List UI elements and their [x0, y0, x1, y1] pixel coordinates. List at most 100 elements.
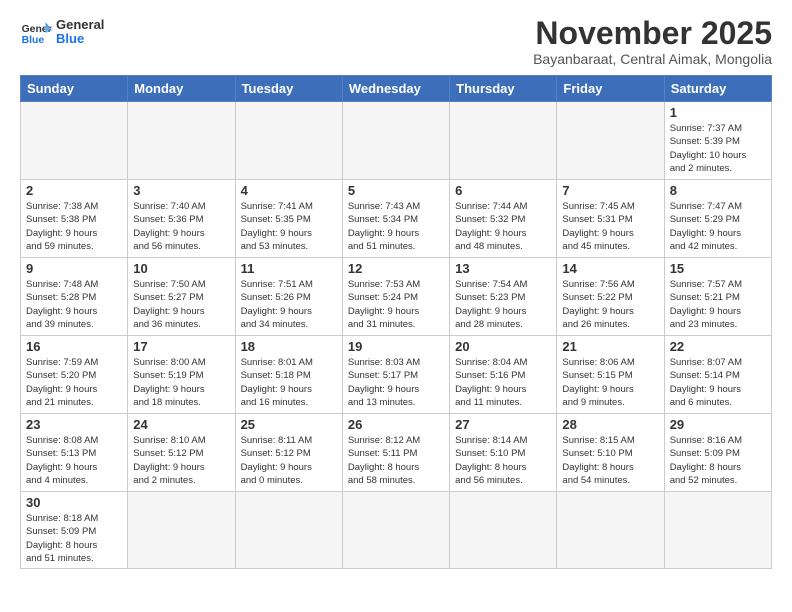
day-info: Sunrise: 8:08 AM Sunset: 5:13 PM Dayligh…: [26, 434, 122, 487]
header: General Blue General Blue November 2025 …: [20, 16, 772, 67]
weekday-header-monday: Monday: [128, 76, 235, 102]
calendar-cell: [664, 492, 771, 569]
day-number: 10: [133, 261, 229, 276]
calendar-table: SundayMondayTuesdayWednesdayThursdayFrid…: [20, 75, 772, 569]
weekday-header-saturday: Saturday: [664, 76, 771, 102]
day-number: 22: [670, 339, 766, 354]
calendar-cell: 4 Sunrise: 7:41 AM Sunset: 5:35 PM Daylig…: [235, 180, 342, 258]
day-number: 2: [26, 183, 122, 198]
day-info: Sunrise: 7:54 AM Sunset: 5:23 PM Dayligh…: [455, 278, 551, 331]
day-info: Sunrise: 8:15 AM Sunset: 5:10 PM Dayligh…: [562, 434, 658, 487]
location-subtitle: Bayanbaraat, Central Aimak, Mongolia: [533, 51, 772, 67]
day-number: 19: [348, 339, 444, 354]
calendar-cell: 5Sunrise: 7:43 AM Sunset: 5:34 PM Daylig…: [342, 180, 449, 258]
calendar-cell: 25Sunrise: 8:11 AM Sunset: 5:12 PM Dayli…: [235, 414, 342, 492]
calendar-cell: 30Sunrise: 8:18 AM Sunset: 5:09 PM Dayli…: [21, 492, 128, 569]
calendar-cell: [235, 102, 342, 180]
calendar-cell: 8 Sunrise: 7:47 AM Sunset: 5:29 PM Daylig…: [664, 180, 771, 258]
calendar-cell: 11Sunrise: 7:51 AM Sunset: 5:26 PM Dayli…: [235, 258, 342, 336]
day-number: 18: [241, 339, 337, 354]
day-info: Sunrise: 8:01 AM Sunset: 5:18 PM Dayligh…: [241, 356, 337, 409]
day-number: 13: [455, 261, 551, 276]
calendar-cell: 21 Sunrise: 8:06 AM Sunset: 5:15 PM Dayli…: [557, 336, 664, 414]
calendar-cell: 22 Sunrise: 8:07 AM Sunset: 5:14 PM Dayli…: [664, 336, 771, 414]
day-info: Sunrise: 7:57 AM Sunset: 5:21 PM Dayligh…: [670, 278, 766, 331]
day-number: 7: [562, 183, 658, 198]
month-title: November 2025: [533, 16, 772, 51]
calendar-cell: [21, 102, 128, 180]
calendar-cell: 27Sunrise: 8:14 AM Sunset: 5:10 PM Dayli…: [450, 414, 557, 492]
calendar-cell: 1 Sunrise: 7:37 AM Sunset: 5:39 PM Daylig…: [664, 102, 771, 180]
day-number: 15: [670, 261, 766, 276]
day-info: Sunrise: 7:44 AM Sunset: 5:32 PM Dayligh…: [455, 200, 551, 253]
day-info: Sunrise: 7:45 AM Sunset: 5:31 PM Dayligh…: [562, 200, 658, 253]
calendar-cell: [450, 102, 557, 180]
calendar-cell: 10Sunrise: 7:50 AM Sunset: 5:27 PM Dayli…: [128, 258, 235, 336]
calendar-cell: 6 Sunrise: 7:44 AM Sunset: 5:32 PM Daylig…: [450, 180, 557, 258]
day-info: Sunrise: 7:59 AM Sunset: 5:20 PM Dayligh…: [26, 356, 122, 409]
svg-text:Blue: Blue: [22, 35, 45, 46]
day-number: 6: [455, 183, 551, 198]
day-info: Sunrise: 8:12 AM Sunset: 5:11 PM Dayligh…: [348, 434, 444, 487]
calendar-cell: 15 Sunrise: 7:57 AM Sunset: 5:21 PM Dayli…: [664, 258, 771, 336]
day-number: 23: [26, 417, 122, 432]
day-info: Sunrise: 7:38 AM Sunset: 5:38 PM Dayligh…: [26, 200, 122, 253]
weekday-header-sunday: Sunday: [21, 76, 128, 102]
calendar-week-row: 16 Sunrise: 7:59 AM Sunset: 5:20 PM Dayli…: [21, 336, 772, 414]
calendar-week-row: 9 Sunrise: 7:48 AM Sunset: 5:28 PM Daylig…: [21, 258, 772, 336]
day-info: Sunrise: 8:00 AM Sunset: 5:19 PM Dayligh…: [133, 356, 229, 409]
calendar-cell: [128, 102, 235, 180]
calendar-header-row: SundayMondayTuesdayWednesdayThursdayFrid…: [21, 76, 772, 102]
day-info: Sunrise: 7:53 AM Sunset: 5:24 PM Dayligh…: [348, 278, 444, 331]
day-info: Sunrise: 8:06 AM Sunset: 5:15 PM Dayligh…: [562, 356, 658, 409]
day-info: Sunrise: 7:47 AM Sunset: 5:29 PM Dayligh…: [670, 200, 766, 253]
title-block: November 2025 Bayanbaraat, Central Aimak…: [533, 16, 772, 67]
day-info: Sunrise: 8:16 AM Sunset: 5:09 PM Dayligh…: [670, 434, 766, 487]
calendar-cell: 16 Sunrise: 7:59 AM Sunset: 5:20 PM Dayli…: [21, 336, 128, 414]
day-number: 21: [562, 339, 658, 354]
day-number: 26: [348, 417, 444, 432]
calendar-cell: 7 Sunrise: 7:45 AM Sunset: 5:31 PM Daylig…: [557, 180, 664, 258]
weekday-header-thursday: Thursday: [450, 76, 557, 102]
day-number: 16: [26, 339, 122, 354]
calendar-week-row: 2 Sunrise: 7:38 AM Sunset: 5:38 PM Daylig…: [21, 180, 772, 258]
day-info: Sunrise: 8:04 AM Sunset: 5:16 PM Dayligh…: [455, 356, 551, 409]
day-info: Sunrise: 8:10 AM Sunset: 5:12 PM Dayligh…: [133, 434, 229, 487]
day-number: 27: [455, 417, 551, 432]
weekday-header-wednesday: Wednesday: [342, 76, 449, 102]
calendar-week-row: 1 Sunrise: 7:37 AM Sunset: 5:39 PM Daylig…: [21, 102, 772, 180]
day-number: 1: [670, 105, 766, 120]
day-number: 20: [455, 339, 551, 354]
calendar-cell: 18 Sunrise: 8:01 AM Sunset: 5:18 PM Dayli…: [235, 336, 342, 414]
weekday-header-tuesday: Tuesday: [235, 76, 342, 102]
day-number: 8: [670, 183, 766, 198]
day-info: Sunrise: 8:03 AM Sunset: 5:17 PM Dayligh…: [348, 356, 444, 409]
calendar-cell: 23 Sunrise: 8:08 AM Sunset: 5:13 PM Dayli…: [21, 414, 128, 492]
calendar-cell: 12Sunrise: 7:53 AM Sunset: 5:24 PM Dayli…: [342, 258, 449, 336]
day-info: Sunrise: 8:07 AM Sunset: 5:14 PM Dayligh…: [670, 356, 766, 409]
calendar-cell: 2 Sunrise: 7:38 AM Sunset: 5:38 PM Daylig…: [21, 180, 128, 258]
day-number: 28: [562, 417, 658, 432]
calendar-cell: [557, 102, 664, 180]
day-info: Sunrise: 7:48 AM Sunset: 5:28 PM Dayligh…: [26, 278, 122, 331]
day-number: 14: [562, 261, 658, 276]
day-info: Sunrise: 7:41 AM Sunset: 5:35 PM Dayligh…: [241, 200, 337, 253]
day-info: Sunrise: 8:18 AM Sunset: 5:09 PM Dayligh…: [26, 512, 122, 565]
calendar-cell: [235, 492, 342, 569]
logo-icon: General Blue: [20, 16, 52, 48]
day-number: 17: [133, 339, 229, 354]
day-info: Sunrise: 7:37 AM Sunset: 5:39 PM Dayligh…: [670, 122, 766, 175]
day-number: 11: [241, 261, 337, 276]
day-info: Sunrise: 7:40 AM Sunset: 5:36 PM Dayligh…: [133, 200, 229, 253]
day-number: 4: [241, 183, 337, 198]
day-number: 29: [670, 417, 766, 432]
calendar-week-row: 30Sunrise: 8:18 AM Sunset: 5:09 PM Dayli…: [21, 492, 772, 569]
calendar-cell: 14 Sunrise: 7:56 AM Sunset: 5:22 PM Dayli…: [557, 258, 664, 336]
calendar-cell: 29 Sunrise: 8:16 AM Sunset: 5:09 PM Dayli…: [664, 414, 771, 492]
calendar-cell: [557, 492, 664, 569]
day-number: 9: [26, 261, 122, 276]
weekday-header-friday: Friday: [557, 76, 664, 102]
logo-general: General: [56, 18, 104, 32]
logo: General Blue General Blue: [20, 16, 104, 48]
day-info: Sunrise: 7:56 AM Sunset: 5:22 PM Dayligh…: [562, 278, 658, 331]
